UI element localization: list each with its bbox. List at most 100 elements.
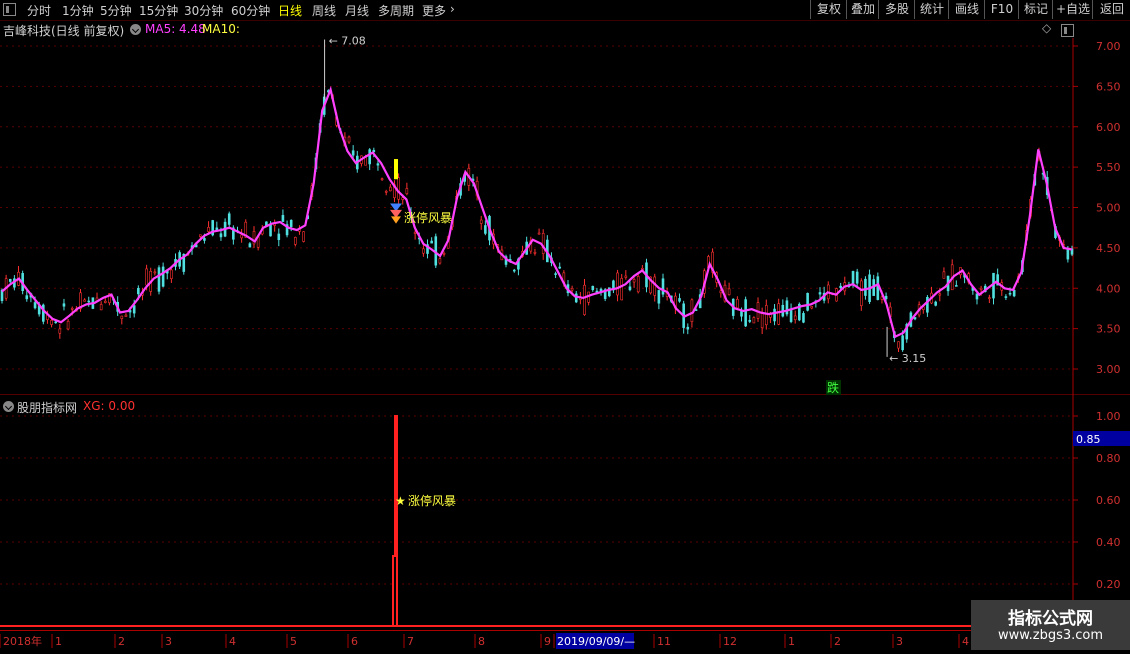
indicator-chart[interactable]: 1.00 0.80 0.60 0.40 0.20 0.85 ★ 涨停风暴 xyxy=(0,395,1130,630)
candle-body xyxy=(58,328,62,334)
cursor-date-label: 2019/09/09/— xyxy=(557,635,635,648)
candle-body xyxy=(855,271,859,284)
candle-body xyxy=(269,224,272,237)
date-tick-label: 6 xyxy=(351,635,358,648)
candle-body xyxy=(789,308,793,322)
candle-body xyxy=(884,295,888,300)
candle-body xyxy=(533,251,537,254)
candle-body xyxy=(938,293,942,296)
candle-body xyxy=(988,297,991,299)
candle-body xyxy=(120,315,124,319)
candle-body xyxy=(901,335,904,351)
candle-body xyxy=(657,290,661,304)
candle-body xyxy=(620,278,623,301)
candle-body xyxy=(170,269,173,279)
candle-body xyxy=(740,310,743,317)
candle-body xyxy=(934,301,937,306)
candle-body xyxy=(785,300,789,315)
price-tick-label: 6.50 xyxy=(1096,80,1121,93)
date-axis: 2018年 1 2 3 4 5 6 7 8 9 2019/09/09/— 11 12 1 2 3 4 xyxy=(0,630,1130,651)
candle-body xyxy=(851,271,855,286)
candle-body xyxy=(748,320,752,322)
candle-body xyxy=(203,238,206,241)
date-tick-label: 2 xyxy=(118,635,125,648)
sub-tick-label: 1.00 xyxy=(1096,410,1121,423)
candle-body xyxy=(62,303,66,307)
candle-body xyxy=(207,227,210,232)
watermark-title: 指标公式网 xyxy=(1008,609,1093,629)
candle-body xyxy=(430,240,433,244)
candle-body xyxy=(574,293,578,303)
candle-body xyxy=(860,280,863,306)
candle-body xyxy=(752,317,756,324)
candle-body xyxy=(347,136,351,143)
candle-body xyxy=(161,266,165,287)
candle-body xyxy=(1066,248,1070,260)
candle-body xyxy=(368,149,371,165)
price-tick-label: 3.50 xyxy=(1096,323,1121,336)
candle-body xyxy=(802,313,805,323)
candle-body xyxy=(99,304,103,311)
candle-body xyxy=(955,285,958,287)
candle-body xyxy=(302,231,305,242)
price-tick-label: 5.50 xyxy=(1096,161,1121,174)
candle-body xyxy=(294,237,297,245)
candle-body xyxy=(33,302,37,309)
date-tick-label: 2018年 xyxy=(3,634,42,648)
candle-body xyxy=(632,279,636,283)
candle-body xyxy=(897,341,900,349)
candle-body xyxy=(413,231,417,234)
price-tick-label: 4.00 xyxy=(1096,282,1121,295)
price-tick-label: 6.00 xyxy=(1096,121,1121,134)
date-tick-label: 3 xyxy=(896,635,903,648)
fall-badge: 跌 xyxy=(827,380,839,395)
candle-body xyxy=(913,317,917,320)
candle-body xyxy=(616,272,619,296)
candle-body xyxy=(541,233,545,254)
candle-body xyxy=(132,305,136,314)
candle-body xyxy=(124,314,128,317)
candle-body xyxy=(384,190,388,193)
cursor-value: 0.85 xyxy=(1076,433,1101,446)
candle-body xyxy=(979,287,983,290)
candle-body xyxy=(157,267,161,292)
date-tick-label: 1 xyxy=(55,635,62,648)
candle-body xyxy=(422,248,425,254)
sub-signal-label: 涨停风暴 xyxy=(408,493,456,508)
candle-body xyxy=(479,219,483,224)
kline-chart[interactable]: 7.00 6.50 6.00 5.50 5.00 4.50 4.00 3.50 3.00 ← 7… xyxy=(0,0,1130,395)
candle-body xyxy=(570,288,574,291)
candle-body xyxy=(8,279,12,282)
candle-body xyxy=(773,308,776,322)
candle-body xyxy=(1004,296,1008,298)
candle-body xyxy=(153,271,157,274)
price-tick-label: 5.00 xyxy=(1096,202,1121,215)
signal-diamond-icon xyxy=(391,216,401,224)
date-tick-label: 7 xyxy=(407,635,414,648)
candle-body xyxy=(281,215,285,222)
date-tick-label: 1 xyxy=(788,635,795,648)
price-tick-label: 7.00 xyxy=(1096,40,1121,53)
candle-body xyxy=(736,298,739,309)
price-tick-label: 4.50 xyxy=(1096,242,1121,255)
candle-body xyxy=(438,258,442,264)
candle-body xyxy=(636,276,640,293)
candle-body xyxy=(558,266,562,269)
date-tick-label: 2 xyxy=(834,635,841,648)
candle-body xyxy=(942,271,946,279)
candle-body xyxy=(864,278,867,296)
candle-body xyxy=(240,234,243,239)
date-tick-label: 8 xyxy=(478,635,485,648)
signal-label: 涨停风暴 xyxy=(404,210,452,225)
date-tick-label: 9 xyxy=(544,635,551,648)
candle-body xyxy=(248,243,252,248)
sub-tick-label: 0.80 xyxy=(1096,452,1121,465)
high-marker: ← 7.08 xyxy=(329,35,366,48)
watermark: 指标公式网 www.zbgs3.com xyxy=(971,600,1130,650)
date-tick-label: 4 xyxy=(962,635,969,648)
date-tick-label: 4 xyxy=(229,635,236,648)
candle-body xyxy=(975,293,979,300)
star-icon: ★ xyxy=(395,494,406,508)
candle-body xyxy=(380,178,384,181)
candle-body xyxy=(50,320,53,325)
